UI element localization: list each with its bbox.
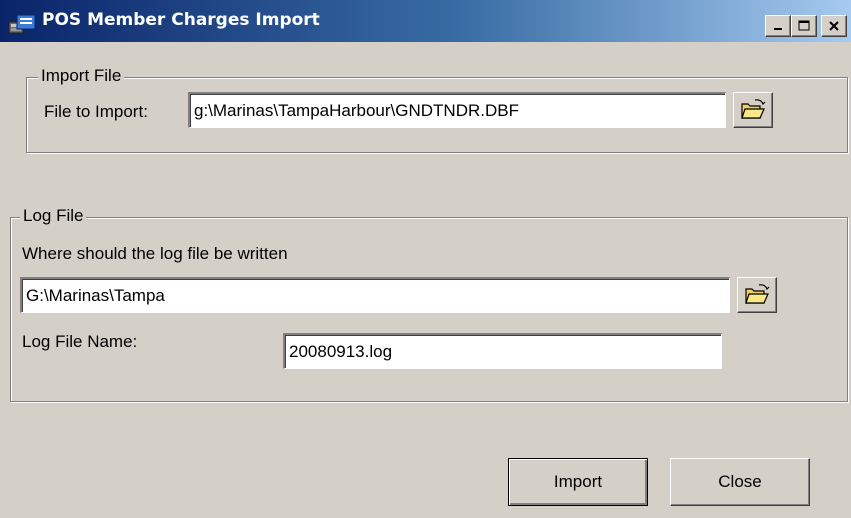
browse-log-location-button[interactable] [737, 277, 777, 313]
maximize-button[interactable] [791, 15, 817, 37]
log-location-label: Where should the log file be written [22, 244, 288, 263]
log-location-input[interactable] [20, 277, 730, 313]
file-to-import-input[interactable] [188, 92, 726, 128]
window-title: POS Member Charges Import [42, 10, 320, 30]
close-icon [829, 21, 839, 31]
import-button[interactable]: Import [508, 458, 648, 506]
browse-import-file-button[interactable] [733, 92, 773, 128]
open-folder-icon [741, 99, 766, 119]
log-file-group-label: Log File [20, 206, 87, 226]
close-button[interactable]: Close [670, 458, 810, 506]
import-dialog-window: POS Member Charges Import Import File Fi… [0, 0, 851, 518]
import-file-group-label: Import File [38, 66, 125, 86]
open-folder-icon [745, 284, 770, 304]
log-file-name-label: Log File Name: [22, 332, 138, 351]
maximize-icon [798, 20, 810, 31]
app-icon [8, 14, 36, 34]
log-file-name-input[interactable] [283, 333, 722, 369]
minimize-icon [774, 28, 782, 30]
minimize-button[interactable] [765, 15, 791, 37]
title-bar[interactable]: POS Member Charges Import [0, 0, 851, 42]
file-to-import-label: File to Import: [44, 102, 148, 121]
close-window-button[interactable] [821, 15, 847, 37]
